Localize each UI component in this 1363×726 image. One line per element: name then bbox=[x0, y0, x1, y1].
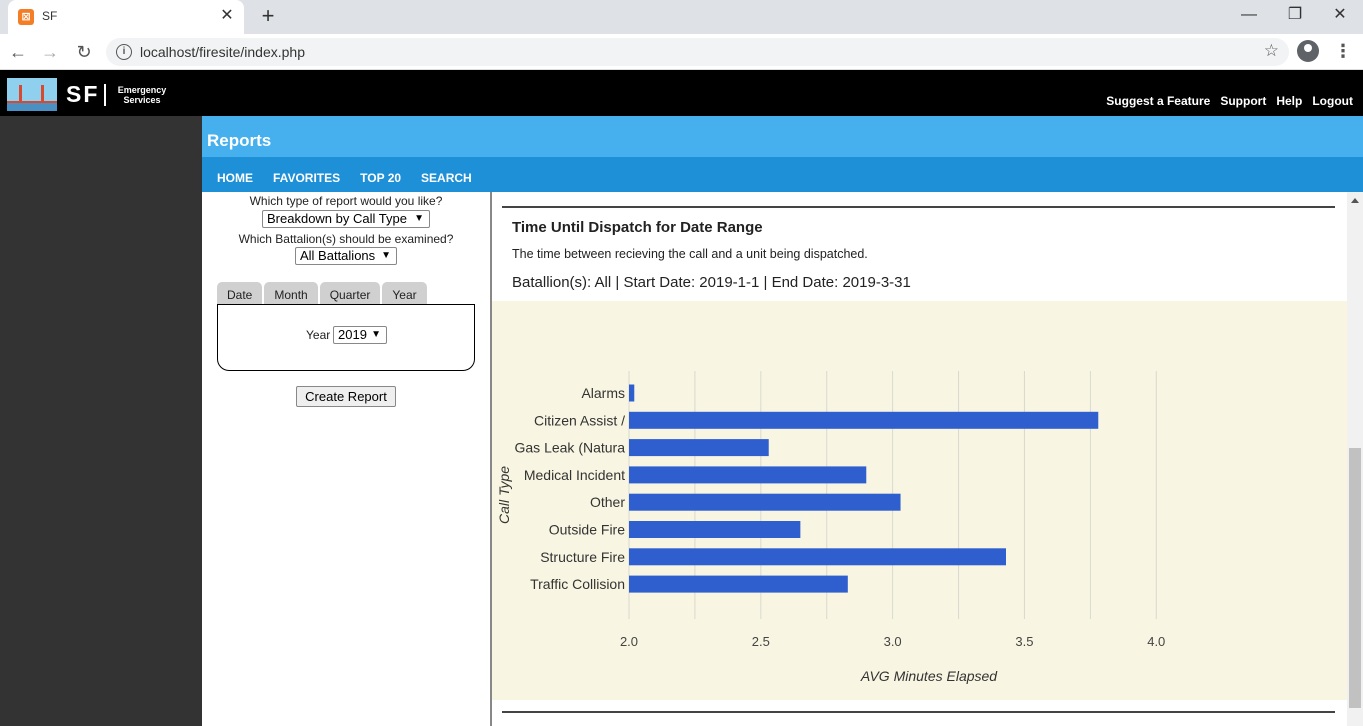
browser-toolbar: ← → ↻ i localhost/firesite/index.php ☆ ⋮ bbox=[0, 34, 1363, 70]
y-category-label: Other bbox=[590, 494, 625, 510]
star-icon[interactable]: ☆ bbox=[1264, 41, 1279, 61]
bar bbox=[629, 384, 635, 402]
y-category-label: Alarms bbox=[581, 385, 625, 401]
minimize-icon[interactable]: — bbox=[1229, 4, 1269, 26]
reports-nav: HOME FAVORITES TOP 20 SEARCH bbox=[202, 157, 1363, 192]
report-title: Time Until Dispatch for Date Range bbox=[512, 219, 763, 236]
report-form: Which type of report would you like? Bre… bbox=[202, 192, 490, 726]
battalion-select[interactable]: All Battalions ▼ bbox=[295, 247, 397, 265]
restore-icon[interactable]: ❐ bbox=[1275, 4, 1315, 26]
profile-icon[interactable] bbox=[1297, 40, 1319, 62]
dropdown-arrow-icon: ▼ bbox=[414, 213, 424, 224]
bar bbox=[629, 411, 1099, 429]
report-type-label: Which type of report would you like? bbox=[249, 194, 443, 208]
header-links: Suggest a Feature Support Help Logout bbox=[1106, 94, 1353, 108]
suggest-feature-link[interactable]: Suggest a Feature bbox=[1106, 94, 1210, 108]
create-report-button[interactable]: Create Report bbox=[296, 386, 396, 407]
dropdown-arrow-icon: ▼ bbox=[381, 250, 391, 261]
report-area: Time Until Dispatch for Date Range The t… bbox=[492, 192, 1347, 726]
y-axis-title: Call Type bbox=[496, 466, 512, 524]
logo-sub-line2: Services bbox=[123, 95, 161, 105]
bar bbox=[629, 466, 867, 484]
browser-tab[interactable]: ⊠ SF ✕ bbox=[8, 0, 244, 34]
battalion-label: Which Battalion(s) should be examined? bbox=[238, 232, 454, 246]
nav-home[interactable]: HOME bbox=[217, 171, 253, 185]
tab-title: SF bbox=[42, 9, 58, 23]
year-value: 2019 bbox=[338, 327, 367, 342]
year-select[interactable]: 2019 ▼ bbox=[333, 326, 387, 344]
bar bbox=[629, 493, 901, 511]
y-category-label: Structure Fire bbox=[540, 549, 625, 565]
y-category-label: Traffic Collision bbox=[530, 576, 625, 592]
bar-chart: 2.0 2.5 3.0 3.5 4.0 Alarms Citizen Assist / Gas… bbox=[496, 371, 1165, 684]
year-label: Year bbox=[306, 328, 331, 342]
dropdown-arrow-icon: ▼ bbox=[371, 329, 381, 340]
report-description: The time between recieving the call and … bbox=[512, 247, 868, 261]
page-scrollbar[interactable] bbox=[1347, 192, 1363, 726]
report-rule-top bbox=[502, 206, 1335, 208]
golden-gate-logo-icon[interactable] bbox=[7, 78, 57, 111]
nav-favorites[interactable]: FAVORITES bbox=[273, 171, 340, 185]
reload-icon[interactable]: ↻ bbox=[72, 40, 96, 64]
kebab-menu-icon[interactable]: ⋮ bbox=[1334, 40, 1352, 62]
support-link[interactable]: Support bbox=[1220, 94, 1266, 108]
bar bbox=[629, 521, 801, 538]
scroll-thumb[interactable] bbox=[1349, 448, 1361, 708]
nav-search[interactable]: SEARCH bbox=[421, 171, 472, 185]
x-tick-label: 2.0 bbox=[620, 634, 638, 649]
x-tick-label: 2.5 bbox=[752, 634, 770, 649]
x-tick-label: 4.0 bbox=[1147, 634, 1165, 649]
tab-panel-year: Year 2019 ▼ bbox=[217, 304, 475, 371]
site-header: SF Emergency Services Suggest a Feature … bbox=[0, 70, 1363, 116]
xampp-icon: ⊠ bbox=[18, 9, 34, 25]
url-text: localhost/firesite/index.php bbox=[140, 44, 305, 60]
report-type-value: Breakdown by Call Type bbox=[267, 211, 407, 226]
x-tick-label: 3.5 bbox=[1015, 634, 1033, 649]
report-meta: Batallion(s): All | Start Date: 2019-1-1… bbox=[512, 274, 911, 291]
x-tick-label: 3.0 bbox=[884, 634, 902, 649]
back-arrow-icon[interactable]: ← bbox=[6, 40, 30, 64]
y-category-label: Gas Leak (Natura bbox=[515, 440, 626, 456]
battalion-value: All Battalions bbox=[300, 248, 376, 263]
address-bar[interactable]: i localhost/firesite/index.php ☆ bbox=[106, 38, 1289, 66]
info-icon[interactable]: i bbox=[116, 44, 132, 60]
chart-container: 2.0 2.5 3.0 3.5 4.0 Alarms Citizen Assist / Gas… bbox=[492, 301, 1347, 700]
new-tab-plus-icon[interactable]: + bbox=[256, 4, 280, 28]
scroll-up-arrow-icon[interactable] bbox=[1351, 198, 1359, 203]
forward-arrow-icon[interactable]: → bbox=[38, 40, 62, 64]
y-category-label: Citizen Assist / bbox=[534, 412, 625, 428]
report-rule-bottom bbox=[502, 711, 1335, 713]
y-category-label: Medical Incident bbox=[524, 467, 625, 483]
bar bbox=[629, 439, 769, 457]
logo-sub-line1: Emergency bbox=[117, 85, 167, 95]
nav-top20[interactable]: TOP 20 bbox=[360, 171, 401, 185]
logo-subtitle: Emergency Services bbox=[112, 85, 172, 105]
bar bbox=[629, 575, 848, 593]
close-icon[interactable]: ✕ bbox=[218, 7, 236, 25]
browser-tabstrip: ⊠ SF ✕ + — ❐ ✕ bbox=[0, 0, 1363, 34]
x-axis-title: AVG Minutes Elapsed bbox=[860, 668, 998, 684]
logout-link[interactable]: Logout bbox=[1312, 94, 1353, 108]
reports-header: Reports bbox=[202, 116, 1363, 157]
left-sidebar bbox=[0, 116, 202, 726]
logo-divider bbox=[104, 84, 106, 106]
logo-text: SF bbox=[66, 81, 100, 107]
y-category-label: Outside Fire bbox=[549, 522, 625, 538]
window-close-icon[interactable]: ✕ bbox=[1320, 4, 1360, 26]
help-link[interactable]: Help bbox=[1276, 94, 1302, 108]
page-title: Reports bbox=[207, 131, 272, 150]
bar bbox=[629, 548, 1006, 566]
report-type-select[interactable]: Breakdown by Call Type ▼ bbox=[262, 210, 430, 228]
